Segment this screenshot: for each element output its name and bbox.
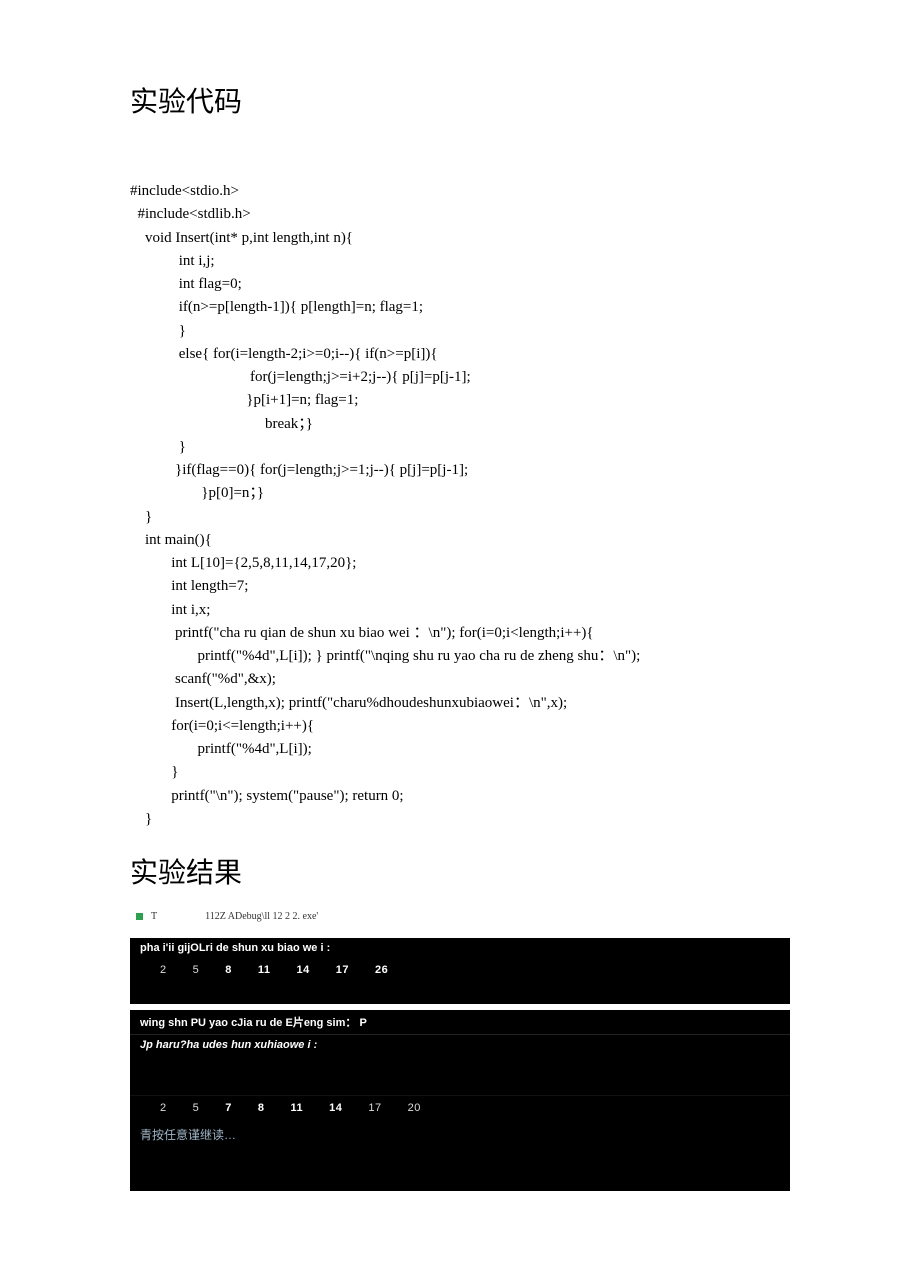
num: 11: [291, 1102, 304, 1114]
num: 14: [329, 1102, 342, 1114]
console-line-3: Jp haru?ha udes hun xuhiaowe i :: [130, 1034, 790, 1055]
heading-result: 实验结果: [130, 851, 790, 891]
blank-line: [130, 984, 790, 1004]
num: 7: [225, 1102, 232, 1114]
console-window: T 112Z ADebug\ll 12 2 2. exe' pha i'ii g…: [130, 909, 790, 1191]
num: 11: [258, 964, 271, 976]
num: 17: [336, 964, 349, 976]
num: 17: [368, 1102, 381, 1114]
console-row-1: 2 5 8 11 14 17 26: [130, 958, 790, 984]
title-path: 112Z ADebug\ll 12 2 2. exe': [205, 911, 318, 922]
title-letter: T: [151, 911, 157, 922]
num: 2: [160, 1102, 167, 1114]
source-code: #include<stdio.h> #include<stdlib.h> voi…: [130, 180, 790, 831]
console-line-2: wing shn PU yao cJia ru de E片eng sim： P: [130, 1010, 790, 1034]
app-icon: [136, 913, 143, 920]
heading-code: 实验代码: [130, 80, 790, 120]
num: 26: [375, 964, 388, 976]
console-row-2: 2 5 7 8 11 14 17 20: [130, 1095, 790, 1122]
blank-line: [130, 1075, 790, 1095]
num: 8: [225, 964, 232, 976]
num: 2: [160, 964, 167, 976]
blank-line: [130, 1171, 790, 1191]
console-body: pha i'ii gijOLri de shun xu biao we i : …: [130, 938, 790, 1191]
console-line-1: pha i'ii gijOLri de shun xu biao we i :: [130, 938, 790, 958]
press-any-key: 青按任意谨继读…: [130, 1122, 790, 1151]
num: 5: [193, 1102, 200, 1114]
num: 20: [408, 1102, 421, 1114]
num: 8: [258, 1102, 265, 1114]
num: 5: [193, 964, 200, 976]
blank-line: [130, 1055, 790, 1075]
blank-line: [130, 1151, 790, 1171]
console-titlebar: T 112Z ADebug\ll 12 2 2. exe': [130, 909, 790, 924]
num: 14: [297, 964, 310, 976]
